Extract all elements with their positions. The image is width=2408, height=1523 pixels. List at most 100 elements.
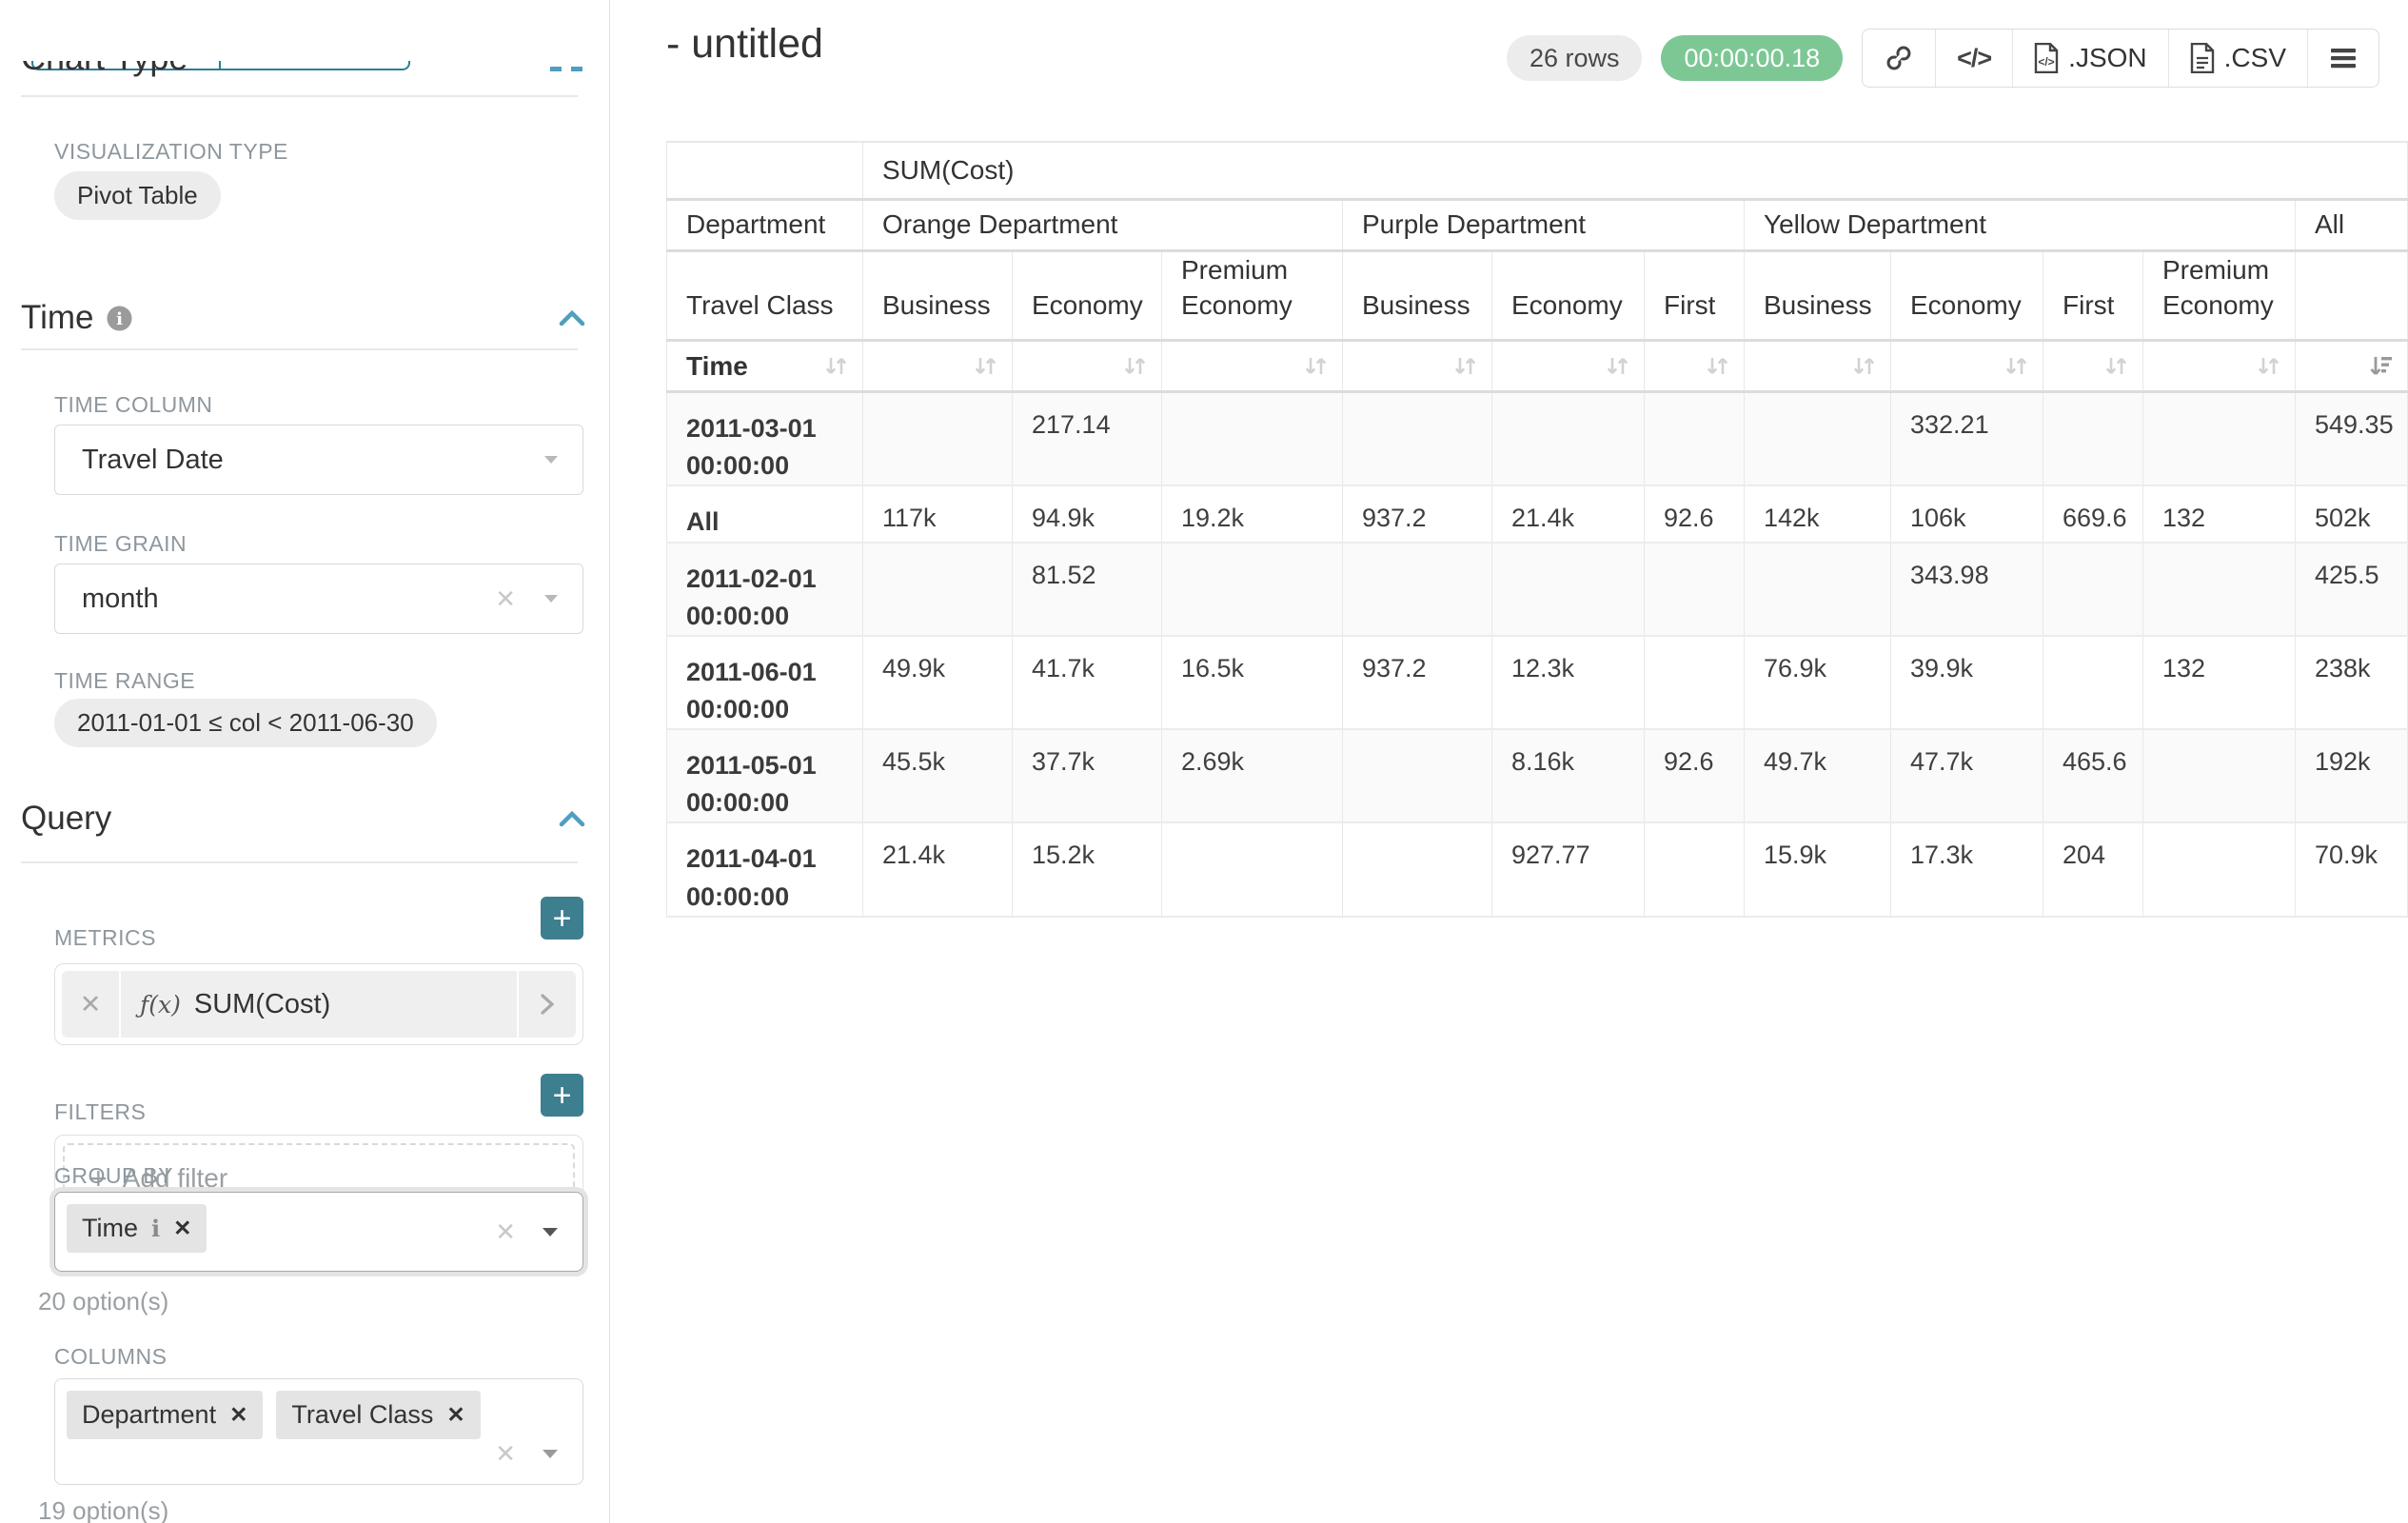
pivot-cell: 19.2k (1162, 485, 1343, 542)
sort-icon[interactable] (1851, 353, 1877, 379)
pivot-cell (2143, 729, 2296, 822)
add-metric-button[interactable]: + (541, 897, 583, 940)
sort-icon[interactable] (823, 353, 849, 379)
travel-class-header: First (1645, 250, 1745, 341)
caret-down-icon[interactable] (541, 1448, 560, 1460)
pivot-cell: 17.3k (1891, 822, 2043, 916)
pivot-cell: 549.35 (2296, 392, 2408, 486)
query-section-header[interactable]: Query (21, 800, 586, 838)
pivot-cell: 47.7k (1891, 729, 2043, 822)
sort-header-cell (1343, 341, 1492, 392)
time-grain-label: TIME GRAIN (54, 531, 187, 557)
pivot-cell: 41.7k (1013, 636, 1162, 729)
time-section-header[interactable]: Time i (21, 299, 586, 337)
sort-desc-icon[interactable] (2368, 353, 2394, 379)
sort-header-cell (1013, 341, 1162, 392)
metric-pill[interactable]: ✕ ƒ(x) SUM(Cost) (62, 971, 576, 1038)
section-divider (21, 95, 578, 97)
remove-tag-icon[interactable]: ✕ (229, 1402, 247, 1428)
time-dim-header: Time (667, 341, 863, 392)
travel-class-header: Business (863, 250, 1013, 341)
sort-icon[interactable] (1452, 353, 1478, 379)
sort-header-cell (1891, 341, 2043, 392)
pivot-cell: 21.4k (863, 822, 1013, 916)
group-by-options-hint: 20 option(s) (38, 1287, 168, 1316)
pivot-cell (1645, 392, 1745, 486)
export-csv-button[interactable]: .CSV (2169, 30, 2308, 87)
pivot-cell (2143, 543, 2296, 636)
columns-tag[interactable]: Travel Class ✕ (276, 1391, 480, 1439)
filters-label: FILTERS (54, 1099, 146, 1125)
travel-class-header: First (2043, 250, 2143, 341)
section-divider (21, 861, 578, 863)
time-column-select[interactable]: Travel Date (54, 425, 583, 495)
group-by-tag[interactable]: Time i✕ (67, 1204, 207, 1253)
caret-down-icon[interactable] (541, 1226, 560, 1238)
hamburger-menu-icon (2329, 47, 2358, 69)
embed-code-button[interactable]: </> (1936, 30, 2013, 87)
pivot-cell: 343.98 (1891, 543, 2043, 636)
pivot-cell (1645, 822, 1745, 916)
explore-page: Chart Type RUN SAVE VISUALIZATION TYPE P… (0, 0, 2408, 1523)
pivot-cell: 81.52 (1013, 543, 1162, 636)
corner-cell (667, 142, 863, 199)
pivot-row: 2011-05-01 00:00:0045.5k37.7k2.69k8.16k9… (667, 729, 2408, 822)
pivot-cell: 45.5k (863, 729, 1013, 822)
pivot-cell: 92.6 (1645, 485, 1745, 542)
row-header: 2011-05-01 00:00:00 (667, 729, 863, 822)
clear-icon[interactable]: ✕ (495, 1439, 516, 1469)
time-grain-select[interactable]: month ✕ (54, 564, 583, 634)
sort-header-cell (1745, 341, 1891, 392)
pivot-cell: 15.9k (1745, 822, 1891, 916)
time-range-label: TIME RANGE (54, 668, 195, 694)
sort-icon[interactable] (2003, 353, 2029, 379)
pivot-cell: 937.2 (1343, 485, 1492, 542)
metric-expand-button[interactable] (517, 971, 576, 1038)
query-timer-badge: 00:00:00.18 (1661, 35, 1843, 81)
pivot-cell (1492, 543, 1645, 636)
pivot-table: SUM(Cost)DepartmentOrange DepartmentPurp… (666, 141, 2408, 918)
sort-icon[interactable] (2256, 353, 2281, 379)
pivot-cell: 8.16k (1492, 729, 1645, 822)
sort-icon[interactable] (1303, 353, 1329, 379)
group-by-select[interactable]: Time i✕ ✕ (54, 1192, 583, 1272)
chevron-up-icon[interactable] (558, 809, 586, 828)
pivot-cell (1343, 729, 1492, 822)
chevron-clipped-icon (571, 67, 582, 71)
clear-icon[interactable]: ✕ (495, 1217, 516, 1247)
copy-link-button[interactable] (1863, 30, 1936, 87)
remove-tag-icon[interactable]: ✕ (173, 1216, 191, 1241)
visualization-type-pill[interactable]: Pivot Table (54, 171, 221, 220)
clear-icon[interactable]: ✕ (495, 584, 543, 614)
caret-down-icon (543, 593, 560, 604)
sort-icon[interactable] (1705, 353, 1730, 379)
export-csv-label: .CSV (2224, 43, 2286, 73)
time-range-pill[interactable]: 2011-01-01 ≤ col < 2011-06-30 (54, 699, 437, 747)
group-by-label: GROUP BY (54, 1163, 173, 1189)
sort-header-cell (1645, 341, 1745, 392)
sort-icon[interactable] (973, 353, 998, 379)
sort-header-cell (1162, 341, 1343, 392)
sort-icon[interactable] (2103, 353, 2129, 379)
pivot-cell (2143, 392, 2296, 486)
sort-icon[interactable] (1605, 353, 1630, 379)
remove-tag-icon[interactable]: ✕ (446, 1402, 464, 1428)
chart-title[interactable]: - untitled (666, 21, 823, 68)
pivot-cell: 669.6 (2043, 485, 2143, 542)
add-filter-plus-button[interactable]: + (541, 1074, 583, 1117)
columns-select[interactable]: Department ✕ Travel Class ✕ ✕ (54, 1378, 583, 1485)
section-divider (21, 348, 578, 350)
pivot-cell: 132 (2143, 485, 2296, 542)
travel-class-header: Business (1745, 250, 1891, 341)
columns-tag[interactable]: Department ✕ (67, 1391, 263, 1439)
pivot-cell: 238k (2296, 636, 2408, 729)
link-icon (1884, 43, 1914, 73)
menu-button[interactable] (2308, 30, 2378, 87)
sort-header-cell (2296, 341, 2408, 392)
row-header: 2011-04-01 00:00:00 (667, 822, 863, 916)
pivot-cell: 217.14 (1013, 392, 1162, 486)
sort-icon[interactable] (1122, 353, 1148, 379)
remove-metric-icon[interactable]: ✕ (62, 971, 121, 1038)
export-json-button[interactable]: </> .JSON (2013, 30, 2168, 87)
chevron-up-icon[interactable] (558, 308, 586, 327)
